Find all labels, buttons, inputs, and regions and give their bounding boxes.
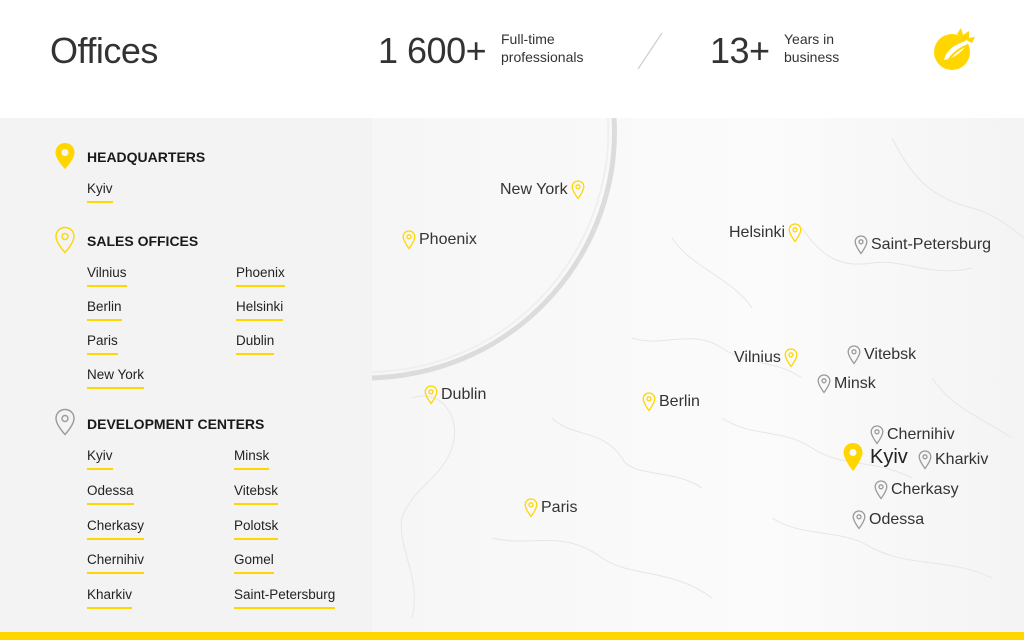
dev-link-chernihiv[interactable]: Chernihiv	[87, 552, 145, 574]
dev-link-saint-petersburg[interactable]: Saint-Petersburg	[234, 587, 336, 609]
employees-count: 1 600+	[378, 30, 487, 71]
dev-link-cherkasy[interactable]: Cherkasy	[87, 518, 145, 540]
map-pin-minsk[interactable]: Minsk	[817, 374, 876, 394]
filled-pin-icon	[55, 143, 75, 169]
map-pin-new-york[interactable]: New York	[500, 180, 585, 200]
yellow-outline-pin-icon	[788, 223, 802, 243]
divider-slash	[637, 32, 663, 70]
page-header: Offices 1 600+ Full-time professionals 1…	[0, 0, 1024, 118]
yellow-outline-pin-icon	[402, 230, 416, 250]
sales-link-dublin[interactable]: Dublin	[236, 333, 275, 355]
grey-outline-pin-icon	[854, 235, 868, 255]
footer-accent-bar	[0, 632, 1024, 640]
map-background	[372, 118, 1024, 632]
yellow-outline-pin-icon	[642, 392, 656, 412]
dev-link-polotsk[interactable]: Polotsk	[234, 518, 279, 540]
employees-label: Full-time professionals	[501, 31, 584, 65]
dev-link-vitebsk[interactable]: Vitebsk	[234, 483, 279, 505]
grey-outline-pin-icon	[817, 374, 831, 394]
map-pin-saint-petersburg[interactable]: Saint-Petersburg	[854, 235, 991, 255]
grey-outline-pin-icon	[918, 450, 932, 470]
years-label: Years in business	[784, 31, 840, 65]
development-centers-heading: DEVELOPMENT CENTERS	[87, 416, 265, 432]
grey-outline-pin-icon	[847, 345, 861, 365]
yellow-outline-pin-icon	[524, 498, 538, 518]
map-pin-vilnius[interactable]: Vilnius	[734, 348, 798, 368]
sunflower-logo-icon[interactable]	[930, 26, 980, 74]
headquarters-heading: HEADQUARTERS	[87, 149, 206, 165]
map-pin-berlin[interactable]: Berlin	[642, 392, 700, 412]
page-title: Offices	[50, 30, 158, 71]
hq-link-kyiv[interactable]: Kyiv	[87, 181, 113, 203]
yellow-outline-pin-icon	[784, 348, 798, 368]
map-pin-kharkiv[interactable]: Kharkiv	[918, 450, 988, 470]
map-pin-cherkasy[interactable]: Cherkasy	[874, 480, 959, 500]
grey-outline-pin-icon	[55, 408, 75, 436]
sales-link-new-york[interactable]: New York	[87, 367, 145, 389]
sales-link-vilnius[interactable]: Vilnius	[87, 265, 127, 287]
map-pin-helsinki[interactable]: Helsinki	[729, 223, 802, 243]
grey-outline-pin-icon	[874, 480, 888, 500]
map-pin-dublin[interactable]: Dublin	[424, 385, 486, 405]
map-pin-paris[interactable]: Paris	[524, 498, 577, 518]
sales-link-berlin[interactable]: Berlin	[87, 299, 122, 321]
map-pin-kyiv[interactable]: Kyiv	[842, 442, 908, 472]
dev-link-kharkiv[interactable]: Kharkiv	[87, 587, 133, 609]
yellow-outline-pin-icon	[571, 180, 585, 200]
offices-map[interactable]: New York Phoenix Helsinki Vilnius Dublin…	[372, 118, 1024, 632]
sales-link-phoenix[interactable]: Phoenix	[236, 265, 285, 287]
grey-outline-pin-icon	[852, 510, 866, 530]
sales-link-helsinki[interactable]: Helsinki	[236, 299, 284, 321]
map-pin-phoenix[interactable]: Phoenix	[402, 230, 477, 250]
sales-link-paris[interactable]: Paris	[87, 333, 118, 355]
dev-link-kyiv[interactable]: Kyiv	[87, 448, 113, 470]
dev-link-minsk[interactable]: Minsk	[234, 448, 270, 470]
map-pin-vitebsk[interactable]: Vitebsk	[847, 345, 916, 365]
yellow-outline-pin-icon	[424, 385, 438, 405]
years-count: 13+	[710, 30, 770, 71]
filled-pin-icon	[843, 443, 863, 471]
map-pin-odessa[interactable]: Odessa	[852, 510, 924, 530]
sales-offices-heading: SALES OFFICES	[87, 233, 199, 249]
dev-link-odessa[interactable]: Odessa	[87, 483, 134, 505]
yellow-outline-pin-icon	[55, 226, 75, 254]
dev-link-gomel[interactable]: Gomel	[234, 552, 274, 574]
offices-list-panel: HEADQUARTERS Kyiv SALES OFFICES Vilnius …	[0, 118, 372, 632]
